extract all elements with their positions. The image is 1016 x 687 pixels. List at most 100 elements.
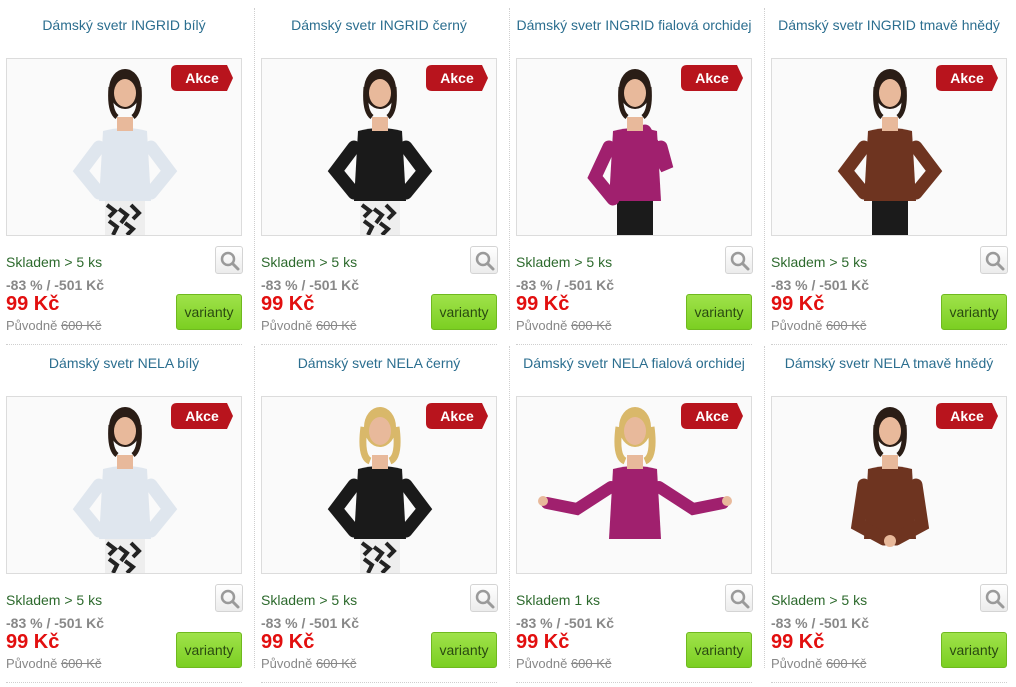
zoom-button[interactable] <box>215 584 243 612</box>
magnifier-icon <box>985 589 1005 609</box>
sale-badge-label: Akce <box>695 408 729 424</box>
variants-button[interactable]: varianty <box>431 294 497 330</box>
zoom-button[interactable] <box>470 246 498 274</box>
original-price-prefix: Původně <box>261 656 313 671</box>
magnifier-icon <box>220 251 240 271</box>
original-price: Původně 600 Kč <box>261 318 356 333</box>
variants-button[interactable]: varianty <box>176 632 242 668</box>
variants-button[interactable]: varianty <box>431 632 497 668</box>
discount-text: -83 % / -501 Kč <box>261 615 360 631</box>
product-image-box[interactable]: Akce <box>516 58 752 236</box>
sale-badge: Akce <box>681 65 743 91</box>
product-card: Dámský svetr NELA fialová orchidej Akce … <box>510 338 765 683</box>
sale-badge-label: Akce <box>185 70 219 86</box>
product-title-link[interactable]: Dámský svetr NELA bílý <box>6 354 242 372</box>
sale-badge: Akce <box>681 403 743 429</box>
discount-text: -83 % / -501 Kč <box>261 277 360 293</box>
original-price-prefix: Původně <box>516 656 568 671</box>
product-title-link[interactable]: Dámský svetr NELA černý <box>261 354 497 372</box>
original-price-prefix: Původně <box>771 656 823 671</box>
product-title-link[interactable]: Dámský svetr NELA fialová orchidej <box>516 354 752 372</box>
original-price-value: 600 Kč <box>60 656 102 671</box>
product-card: Dámský svetr NELA bílý Akce Skladem > 5 … <box>0 338 255 683</box>
discount-text: -83 % / -501 Kč <box>6 615 105 631</box>
original-price-prefix: Původně <box>261 318 313 333</box>
current-price: 99 Kč <box>261 293 315 315</box>
original-price-prefix: Původně <box>6 656 58 671</box>
original-price-value: 600 Kč <box>825 318 867 333</box>
zoom-button[interactable] <box>725 246 753 274</box>
sale-badge: Akce <box>936 403 998 429</box>
stock-status: Skladem > 5 ks <box>6 254 103 270</box>
stock-status: Skladem 1 ks <box>516 592 601 608</box>
original-price: Původně 600 Kč <box>771 656 866 671</box>
product-image-box[interactable]: Akce <box>261 58 497 236</box>
sale-badge-label: Akce <box>440 408 474 424</box>
product-title-link[interactable]: Dámský svetr INGRID fialová orchidej <box>516 16 752 34</box>
product-card: Dámský svetr NELA tmavě hnědý Akce Sklad… <box>765 338 1016 683</box>
discount-text: -83 % / -501 Kč <box>771 615 870 631</box>
zoom-button[interactable] <box>470 584 498 612</box>
product-image-box[interactable]: Akce <box>6 396 242 574</box>
original-price-value: 600 Kč <box>570 656 612 671</box>
sale-badge-label: Akce <box>950 70 984 86</box>
current-price: 99 Kč <box>6 631 60 653</box>
variants-button[interactable]: varianty <box>686 632 752 668</box>
discount-text: -83 % / -501 Kč <box>6 277 105 293</box>
original-price-value: 600 Kč <box>570 318 612 333</box>
original-price-prefix: Původně <box>771 318 823 333</box>
zoom-button[interactable] <box>215 246 243 274</box>
magnifier-icon <box>220 589 240 609</box>
original-price: Původně 600 Kč <box>6 656 101 671</box>
magnifier-icon <box>475 589 495 609</box>
original-price: Původně 600 Kč <box>771 318 866 333</box>
product-card: Dámský svetr INGRID fialová orchidej Akc… <box>510 0 765 345</box>
product-title-link[interactable]: Dámský svetr INGRID tmavě hnědý <box>771 16 1007 34</box>
stock-status: Skladem > 5 ks <box>6 592 103 608</box>
sale-badge: Akce <box>426 403 488 429</box>
sale-badge: Akce <box>171 65 233 91</box>
product-title-link[interactable]: Dámský svetr INGRID černý <box>261 16 497 34</box>
product-card: Dámský svetr INGRID černý Akce Skladem >… <box>255 0 510 345</box>
original-price: Původně 600 Kč <box>516 318 611 333</box>
magnifier-icon <box>985 251 1005 271</box>
row-divider <box>6 682 242 683</box>
original-price-prefix: Původně <box>6 318 58 333</box>
product-card: Dámský svetr INGRID bílý Akce Skladem > … <box>0 0 255 345</box>
variants-button[interactable]: varianty <box>941 294 1007 330</box>
current-price: 99 Kč <box>261 631 315 653</box>
sale-badge-label: Akce <box>440 70 474 86</box>
original-price: Původně 600 Kč <box>6 318 101 333</box>
product-title-link[interactable]: Dámský svetr NELA tmavě hnědý <box>771 354 1007 372</box>
zoom-button[interactable] <box>725 584 753 612</box>
product-image-box[interactable]: Akce <box>6 58 242 236</box>
variants-button[interactable]: varianty <box>686 294 752 330</box>
product-image-box[interactable]: Akce <box>261 396 497 574</box>
original-price-value: 600 Kč <box>60 318 102 333</box>
product-image-box[interactable]: Akce <box>771 58 1007 236</box>
current-price: 99 Kč <box>6 293 60 315</box>
product-title-link[interactable]: Dámský svetr INGRID bílý <box>6 16 242 34</box>
original-price-value: 600 Kč <box>315 656 357 671</box>
variants-button[interactable]: varianty <box>941 632 1007 668</box>
stock-status: Skladem > 5 ks <box>516 254 613 270</box>
current-price: 99 Kč <box>771 631 825 653</box>
magnifier-icon <box>730 589 750 609</box>
product-grid: Dámský svetr INGRID bílý Akce Skladem > … <box>0 0 1016 687</box>
original-price: Původně 600 Kč <box>516 656 611 671</box>
zoom-button[interactable] <box>980 584 1008 612</box>
product-image-box[interactable]: Akce <box>516 396 752 574</box>
stock-status: Skladem > 5 ks <box>261 254 358 270</box>
variants-button[interactable]: varianty <box>176 294 242 330</box>
sale-badge-label: Akce <box>185 408 219 424</box>
current-price: 99 Kč <box>771 293 825 315</box>
product-card: Dámský svetr INGRID tmavě hnědý Akce Skl… <box>765 0 1016 345</box>
original-price-value: 600 Kč <box>825 656 867 671</box>
row-divider <box>516 682 752 683</box>
product-image-box[interactable]: Akce <box>771 396 1007 574</box>
original-price: Původně 600 Kč <box>261 656 356 671</box>
zoom-button[interactable] <box>980 246 1008 274</box>
sale-badge: Akce <box>936 65 998 91</box>
original-price-prefix: Původně <box>516 318 568 333</box>
row-divider <box>771 682 1007 683</box>
